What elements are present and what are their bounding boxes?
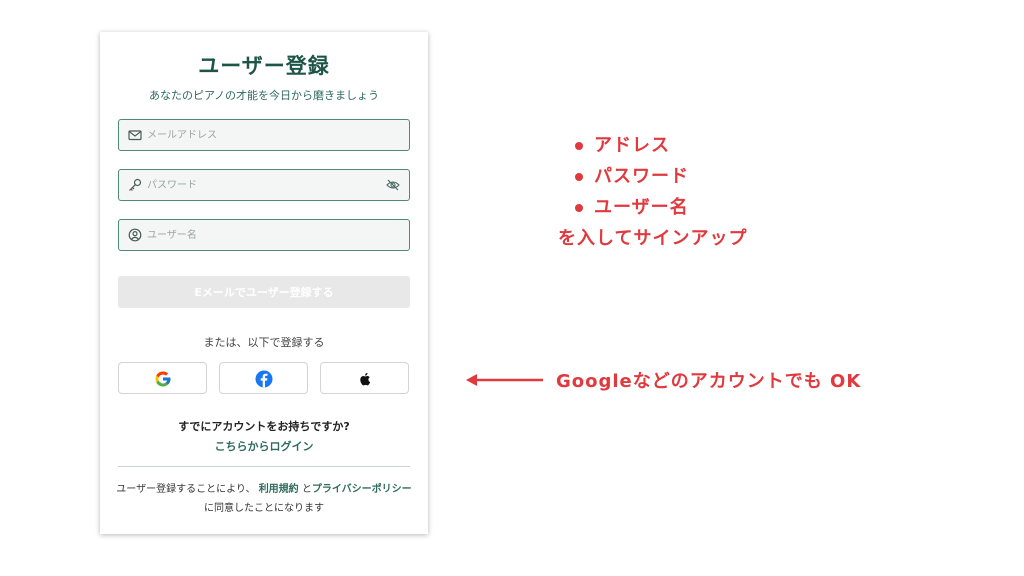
arrow-left-icon — [466, 374, 543, 386]
email-input[interactable] — [147, 120, 377, 150]
annotation-bullet-label: パスワード — [594, 166, 689, 187]
annotation-bullet: ユーザー名 — [572, 192, 761, 223]
google-signup-button[interactable] — [118, 362, 207, 394]
password-field[interactable] — [118, 169, 410, 201]
or-divider-text: または、以下で登録する — [203, 336, 325, 349]
google-icon — [155, 371, 171, 387]
social-annotation: Googleなどのアカウントでも OK — [556, 371, 862, 392]
have-account-text: すでにアカウントをお持ちですか? — [178, 420, 350, 433]
bullet-dot — [575, 142, 583, 150]
signup-card: ユーザー登録 あなたのピアノの才能を今日から磨きましょう Eメールでユーザー登録… — [100, 32, 428, 534]
facebook-icon — [255, 370, 273, 388]
divider — [118, 466, 410, 467]
email-signup-button[interactable]: Eメールでユーザー登録する — [118, 276, 410, 308]
login-link[interactable]: こちらからログイン — [100, 438, 428, 454]
terms-prefix: ユーザー登録することにより、 — [116, 484, 256, 495]
annotation-bullet: アドレス — [572, 130, 761, 161]
password-input[interactable] — [147, 170, 377, 200]
terms-connector: と — [301, 484, 312, 495]
username-input[interactable] — [147, 220, 377, 250]
privacy-policy-link[interactable]: プライバシーポリシー — [312, 484, 412, 495]
annotation-bullet-label: ユーザー名 — [594, 197, 689, 218]
facebook-signup-button[interactable] — [219, 362, 308, 394]
terms-suffix: に同意したことになります — [204, 503, 324, 514]
page-subtitle: あなたのピアノの才能を今日から磨きましょう — [148, 89, 379, 102]
apple-signup-button[interactable] — [320, 362, 409, 394]
bullet-dot — [575, 173, 583, 181]
bullet-dot — [575, 204, 583, 212]
mail-icon — [128, 130, 142, 141]
fields-annotation: アドレス パスワード ユーザー名 を入してサインアップ — [558, 130, 761, 254]
username-field[interactable] — [118, 219, 410, 251]
email-field[interactable] — [118, 119, 410, 151]
key-icon — [129, 178, 142, 191]
user-circle-icon — [128, 228, 142, 242]
page-title: ユーザー登録 — [198, 54, 330, 78]
annotation-tail: を入してサインアップ — [558, 228, 748, 249]
terms-text: ユーザー登録することにより、 利用規約 とプライバシーポリシー に同意したことに… — [112, 480, 416, 518]
annotation-bullet-label: アドレス — [594, 135, 670, 156]
eye-off-icon[interactable] — [386, 178, 400, 192]
annotation-bullet: パスワード — [572, 161, 761, 192]
apple-icon — [360, 372, 371, 386]
terms-of-service-link[interactable]: 利用規約 — [259, 484, 299, 495]
